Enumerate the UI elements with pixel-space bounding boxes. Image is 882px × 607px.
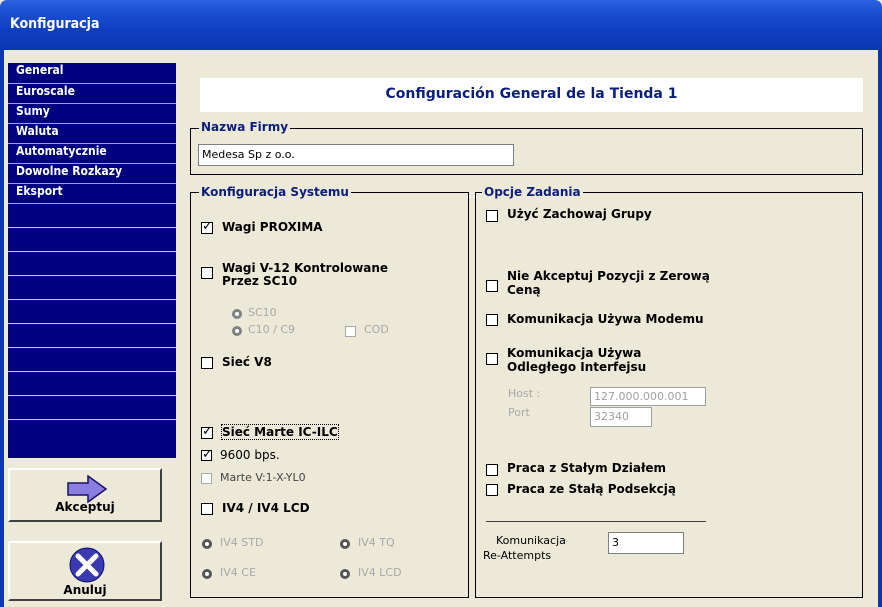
remote-label-line1: Komunikacja Używa bbox=[507, 346, 642, 360]
window-title: Konfiguracja bbox=[10, 16, 100, 32]
port-input[interactable]: 32340 bbox=[590, 407, 652, 427]
sidebar-item-dowolne-rozkazy[interactable]: Dowolne Rozkazy bbox=[8, 164, 176, 184]
zerowa-checkbox[interactable] bbox=[486, 280, 498, 292]
sidebar-item-eksport[interactable]: Eksport bbox=[8, 184, 176, 204]
podsekcja-label: Praca ze Stałą Podsekcją bbox=[507, 482, 676, 496]
system-group-title: Konfiguracja Systemu bbox=[199, 185, 351, 199]
iv4-lcd-radio[interactable] bbox=[340, 569, 350, 579]
iv4-checkbox[interactable] bbox=[201, 503, 213, 515]
company-name-input[interactable]: Medesa Sp z o.o. bbox=[198, 144, 514, 166]
sc10-label: SC10 bbox=[248, 306, 277, 319]
host-label: Host : bbox=[508, 387, 541, 400]
reattempts-label-line2: Re-Attempts bbox=[483, 549, 552, 562]
window-frame-left bbox=[0, 50, 4, 607]
modem-checkbox[interactable] bbox=[486, 314, 498, 326]
iv4-label: IV4 / IV4 LCD bbox=[222, 501, 310, 515]
c10-label: C10 / C9 bbox=[248, 323, 296, 336]
sidebar-empty-row bbox=[8, 324, 176, 348]
marte-v-checkbox[interactable] bbox=[201, 473, 212, 484]
sidebar-empty-row bbox=[8, 348, 176, 372]
page-title: Configuración General de la Tienda 1 bbox=[200, 78, 863, 112]
sidebar-item-automatycznie[interactable]: Automatycznie bbox=[8, 144, 176, 164]
reattempts-input[interactable]: 3 bbox=[608, 532, 684, 554]
iv4-std-label: IV4 STD bbox=[220, 536, 264, 549]
company-group-title: Nazwa Firmy bbox=[199, 120, 291, 134]
siec-v8-checkbox[interactable] bbox=[201, 357, 213, 369]
remote-label-line2: Odległego Interfejsu bbox=[507, 360, 647, 374]
sidebar-item-waluta[interactable]: Waluta bbox=[8, 124, 176, 144]
reattempts-label-line1: Komunikacja bbox=[496, 534, 566, 547]
sidebar-nav: General Euroscale Sumy Waluta Automatycz… bbox=[8, 63, 176, 458]
iv4-ce-label: IV4 CE bbox=[220, 566, 256, 579]
dzial-label: Praca z Stałym Działem bbox=[507, 461, 667, 475]
iv4-tq-radio[interactable] bbox=[340, 539, 350, 549]
sidebar-empty-row bbox=[8, 300, 176, 324]
close-icon bbox=[69, 547, 105, 583]
window-frame-right bbox=[878, 50, 882, 607]
zachowaj-checkbox[interactable] bbox=[486, 210, 498, 222]
cod-label: COD bbox=[364, 323, 389, 336]
sidebar-item-euroscale[interactable]: Euroscale bbox=[8, 84, 176, 104]
siec-marte-checkbox[interactable] bbox=[201, 424, 213, 439]
podsekcja-checkbox[interactable] bbox=[486, 484, 498, 496]
options-group-title: Opcje Zadania bbox=[482, 185, 583, 199]
sidebar-empty-row bbox=[8, 372, 176, 396]
cancel-button[interactable]: Anuluj bbox=[8, 541, 162, 601]
zachowaj-label: Użyć Zachowaj Grupy bbox=[507, 207, 652, 221]
bps-label: 9600 bps. bbox=[220, 448, 280, 462]
iv4-lcd-label: IV4 LCD bbox=[358, 566, 402, 579]
divider bbox=[486, 521, 706, 522]
sidebar-empty-row bbox=[8, 276, 176, 300]
cancel-button-label: Anuluj bbox=[63, 583, 107, 597]
cod-checkbox[interactable] bbox=[345, 326, 356, 337]
host-input[interactable]: 127.000.000.001 bbox=[590, 387, 706, 406]
wagi-proxima-checkbox[interactable] bbox=[201, 219, 213, 234]
siec-marte-label: Sieć Marte IC-ILC bbox=[221, 424, 339, 440]
remote-checkbox[interactable] bbox=[486, 353, 498, 365]
sidebar-item-sumy[interactable]: Sumy bbox=[8, 104, 176, 124]
c10-radio[interactable] bbox=[232, 326, 242, 336]
sidebar-empty-row bbox=[8, 204, 176, 228]
bps-checkbox[interactable] bbox=[201, 447, 213, 462]
wagi-v12-label-line1: Wagi V-12 Kontrolowane bbox=[222, 261, 389, 275]
accept-button-label: Akceptuj bbox=[55, 500, 115, 514]
iv4-tq-label: IV4 TQ bbox=[358, 536, 395, 549]
port-label: Port bbox=[508, 406, 530, 419]
sidebar-item-general[interactable]: General bbox=[8, 63, 176, 84]
marte-v-label: Marte V:1-X-YL0 bbox=[220, 471, 306, 484]
sidebar-empty-row bbox=[8, 252, 176, 276]
iv4-std-radio[interactable] bbox=[202, 539, 212, 549]
sc10-radio[interactable] bbox=[232, 309, 242, 319]
zerowa-label-line1: Nie Akceptuj Pozycji z Zerową bbox=[507, 269, 710, 283]
sidebar-empty-row bbox=[8, 396, 176, 420]
sidebar-empty-row bbox=[8, 420, 176, 444]
dzial-checkbox[interactable] bbox=[486, 464, 498, 476]
siec-v8-label: Sieć V8 bbox=[222, 355, 272, 369]
accept-button[interactable]: Akceptuj bbox=[8, 468, 162, 522]
wagi-proxima-label: Wagi PROXIMA bbox=[222, 220, 323, 234]
zerowa-label-line2: Ceną bbox=[507, 283, 541, 297]
sidebar-empty-row bbox=[8, 228, 176, 252]
iv4-ce-radio[interactable] bbox=[202, 569, 212, 579]
modem-label: Komunikacja Używa Modemu bbox=[507, 312, 704, 326]
title-bar: Konfiguracja bbox=[0, 0, 882, 50]
arrow-right-icon bbox=[67, 475, 108, 503]
wagi-v12-label-line2: Przez SC10 bbox=[222, 274, 298, 288]
wagi-v12-checkbox[interactable] bbox=[201, 267, 213, 279]
